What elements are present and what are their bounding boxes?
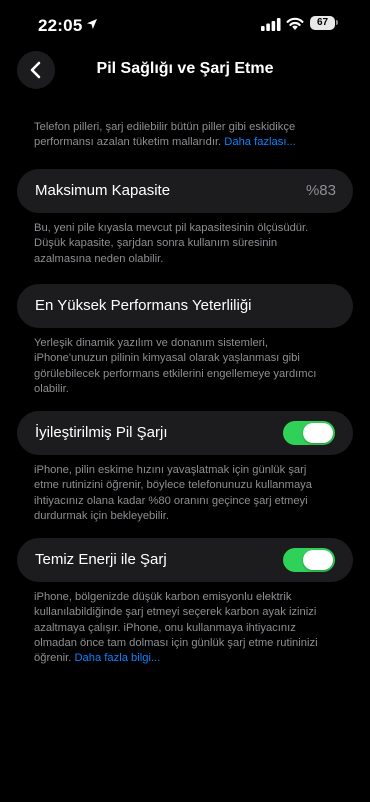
optimized-charging-toggle[interactable] [283, 421, 335, 445]
max-capacity-note: Bu, yeni pile kıyasla mevcut pil kapasit… [34, 222, 309, 265]
intro-text: Telefon pilleri, şarj edilebilir bütün p… [34, 120, 334, 151]
optimized-charging-cell: İyileştirilmiş Pil Şarjı [17, 411, 353, 455]
more-info-link[interactable]: Daha fazla bilgi... [74, 652, 160, 664]
clean-energy-cell: Temiz Enerji ile Şarj [17, 538, 353, 582]
page-title: Pil Sağlığı ve Şarj Etme [96, 60, 274, 77]
peak-performance-cell[interactable]: En Yüksek Performans Yeterliliği [17, 284, 353, 328]
chevron-left-icon [30, 61, 41, 79]
back-button[interactable] [17, 51, 55, 89]
learn-more-link[interactable]: Daha fazlası... [224, 136, 296, 148]
battery-cap [336, 20, 338, 25]
status-bar: 22:05 67 [0, 0, 370, 50]
toggle-knob [303, 423, 333, 443]
wifi-icon [286, 17, 304, 30]
location-arrow-icon [87, 19, 97, 29]
optimized-charging-note: iPhone, pilin eskime hızını yavaşlatmak … [34, 464, 312, 522]
optimized-charging-label: İyileştirilmiş Pil Şarjı [35, 424, 168, 441]
battery-icon: 67 [310, 16, 335, 30]
clean-energy-toggle[interactable] [283, 548, 335, 572]
clean-energy-note: iPhone, bölgenizde düşük karbon emisyonl… [34, 590, 334, 666]
clean-energy-label: Temiz Enerji ile Şarj [35, 551, 167, 568]
toggle-knob [303, 550, 333, 570]
status-time: 22:05 [38, 16, 83, 35]
max-capacity-label: Maksimum Kapasite [35, 182, 171, 199]
cellular-signal-icon [261, 18, 281, 31]
peak-performance-note: Yerleşik dinamik yazılım ve donanım sist… [34, 337, 317, 395]
peak-performance-label: En Yüksek Performans Yeterliliği [35, 297, 252, 314]
max-capacity-cell: Maksimum Kapasite %83 [17, 169, 353, 213]
battery-level: 67 [316, 17, 329, 28]
max-capacity-value: %83 [305, 182, 336, 199]
